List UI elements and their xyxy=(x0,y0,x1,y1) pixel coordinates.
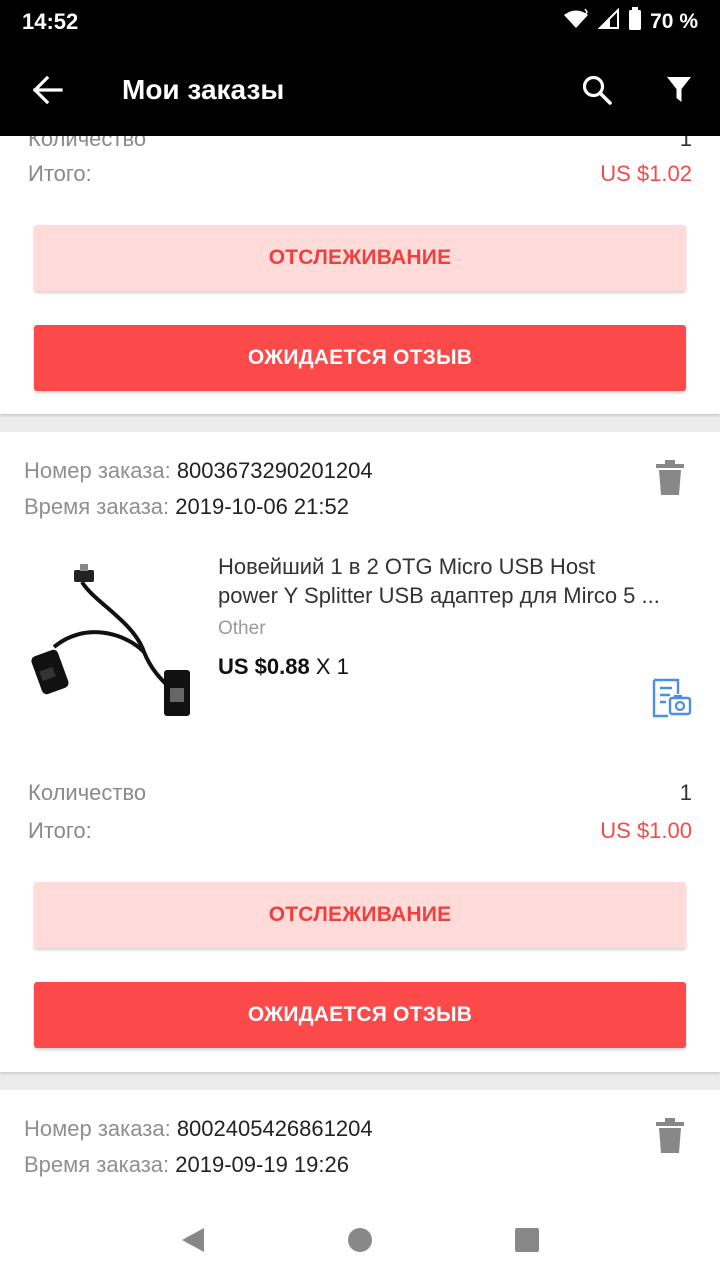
status-time: 14:52 xyxy=(22,9,79,34)
filter-button[interactable] xyxy=(638,44,720,136)
nav-home-button[interactable] xyxy=(340,1220,380,1260)
trash-icon xyxy=(656,460,684,495)
battery-level: 70 % xyxy=(650,10,698,33)
triangle-back-icon xyxy=(182,1228,205,1252)
trash-icon xyxy=(656,1118,684,1153)
app-bar: Мои заказы xyxy=(0,44,720,136)
product-image[interactable] xyxy=(24,552,198,726)
quantity-row: Количество 1 xyxy=(28,136,692,151)
product-price: US $0.88 X 1 xyxy=(218,654,349,679)
filter-icon xyxy=(667,77,691,102)
review-photo-icon xyxy=(652,678,692,718)
page-title: Мои заказы xyxy=(122,74,285,105)
order-card: Количество 1 Итого: US $1.02 ОТСЛЕЖИВАНИ… xyxy=(0,136,720,414)
circle-home-icon xyxy=(347,1228,372,1252)
search-icon xyxy=(582,75,612,105)
nav-recents-button[interactable] xyxy=(507,1220,547,1260)
square-recents-icon xyxy=(514,1228,539,1252)
delete-order-button[interactable] xyxy=(654,1118,686,1154)
system-nav-bar xyxy=(0,1200,720,1280)
order-card: Номер заказа: 8003673290201204 Время зак… xyxy=(0,432,720,1072)
back-arrow-icon xyxy=(33,76,63,104)
review-photo-button[interactable] xyxy=(652,678,692,718)
order-number: Номер заказа: 8002405426861204 xyxy=(24,1116,373,1141)
status-icons: 70 % xyxy=(562,7,698,37)
order-time: Время заказа: 2019-10-06 21:52 xyxy=(24,494,349,519)
order-number: Номер заказа: 8003673290201204 xyxy=(24,458,373,483)
orders-list[interactable]: Количество 1 Итого: US $1.02 ОТСЛЕЖИВАНИ… xyxy=(0,136,720,1200)
review-button[interactable]: ОЖИДАЕТСЯ ОТЗЫВ xyxy=(34,982,686,1048)
back-button[interactable] xyxy=(0,44,96,136)
tracking-button[interactable]: ОТСЛЕЖИВАНИЕ xyxy=(34,225,686,291)
total-row: Итого: US $1.00 xyxy=(28,818,692,843)
search-button[interactable] xyxy=(556,44,638,136)
order-time: Время заказа: 2019-09-19 19:26 xyxy=(24,1152,349,1177)
status-bar: 14:52 70 % xyxy=(0,0,720,44)
product-variant: Other xyxy=(218,618,266,639)
battery-icon xyxy=(628,7,642,37)
review-button[interactable]: ОЖИДАЕТСЯ ОТЗЫВ xyxy=(34,325,686,391)
wifi-icon xyxy=(562,8,590,36)
nav-back-button[interactable] xyxy=(173,1220,213,1260)
delete-order-button[interactable] xyxy=(654,460,686,496)
quantity-row: Количество 1 xyxy=(28,780,692,805)
product-title[interactable]: Новейший 1 в 2 OTG Micro USB Host power … xyxy=(218,552,718,610)
total-row: Итого: US $1.02 xyxy=(28,161,692,186)
order-card: Номер заказа: 8002405426861204 Время зак… xyxy=(0,1090,720,1200)
signal-icon xyxy=(597,7,620,36)
tracking-button[interactable]: ОТСЛЕЖИВАНИЕ xyxy=(34,882,686,948)
